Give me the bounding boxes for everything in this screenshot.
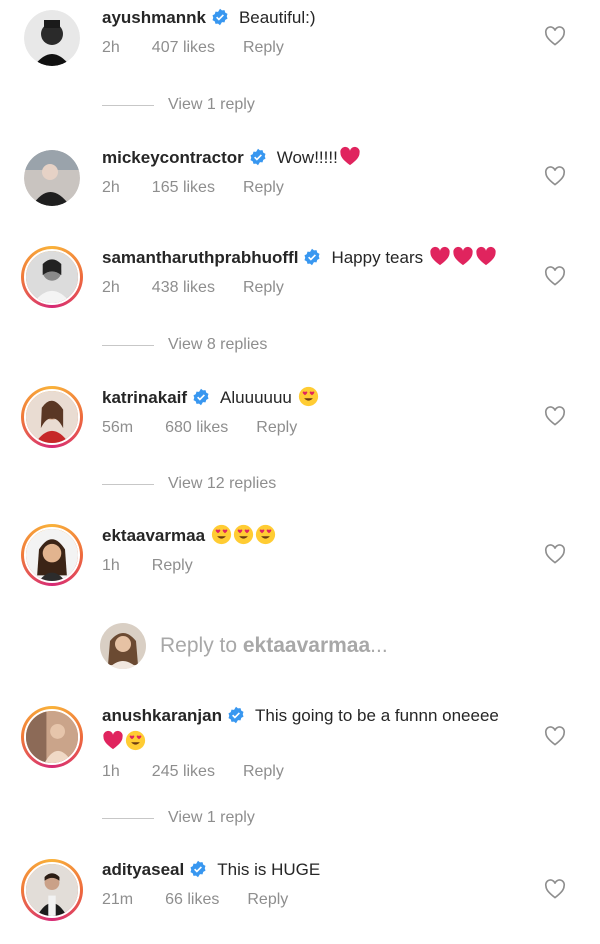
username[interactable]: anushkaranjan [102,706,222,725]
avatar[interactable] [21,524,83,586]
heart-outline-icon[interactable] [544,26,566,46]
reply-button[interactable]: Reply [243,39,284,56]
divider [102,817,154,819]
heart-eyes-emoji [125,730,146,751]
verified-badge-icon [193,388,209,406]
likes-count[interactable]: 438 likes [152,279,215,296]
reply-button[interactable]: Reply [243,763,284,780]
comment-text: Wow!!!!! [276,148,338,167]
avatar[interactable] [24,10,80,66]
username[interactable]: katrinakaif [102,388,187,407]
verified-badge-icon [304,248,320,266]
divider [102,483,154,485]
heart-eyes-emoji [298,386,318,407]
red-heart-emoji [340,146,360,166]
username[interactable]: ayushmannk [102,8,206,27]
view-replies-button[interactable]: View 1 reply [102,96,255,114]
verified-badge-icon [228,706,244,724]
comment-time: 2h [102,279,120,296]
comment-time: 21m [102,891,134,908]
comment-text: This going to be a funnn oneeee [255,706,499,725]
heart-eyes-emoji [255,524,275,545]
heart-outline-icon[interactable] [544,406,566,426]
comment-text: Happy tears [331,248,424,267]
red-heart-emoji [453,246,473,266]
avatar[interactable] [21,246,83,308]
current-user-avatar [100,623,146,669]
likes-count[interactable]: 407 likes [152,39,215,56]
username[interactable]: samantharuthprabhuoffl [102,248,298,267]
reply-button[interactable]: Reply [152,557,193,574]
view-replies-label: View 1 reply [168,96,255,113]
avatar[interactable] [21,859,83,921]
username[interactable]: ektaavarmaa [102,526,205,545]
avatar[interactable] [21,386,83,448]
comments-feed: ayushmannk Beautiful:) 2h 407 likes Reply V… [0,0,600,944]
view-replies-label: View 8 replies [168,336,268,353]
red-heart-emoji [476,246,496,266]
comment-time: 1h [102,557,120,574]
username[interactable]: adityaseal [102,860,184,879]
comment-time: 2h [102,179,120,196]
reply-button[interactable]: Reply [247,891,288,908]
red-heart-emoji [103,730,123,750]
comment-text: Aluuuuuu [220,388,292,407]
comment-time: 1h [102,763,120,780]
view-replies-button[interactable]: View 1 reply [102,809,255,827]
view-replies-button[interactable]: View 12 replies [102,475,276,493]
comment-text: Beautiful:) [238,8,316,27]
verified-badge-icon [190,860,206,878]
likes-count[interactable]: 680 likes [165,419,228,436]
view-replies-button[interactable]: View 8 replies [102,336,267,354]
view-replies-label: View 12 replies [168,475,277,492]
heart-outline-icon[interactable] [544,166,566,186]
likes-count[interactable]: 245 likes [152,763,215,780]
avatar[interactable] [21,706,83,768]
comment-text: This is HUGE [217,860,321,879]
heart-eyes-emoji [233,524,253,545]
reply-button[interactable]: Reply [256,419,297,436]
comment-time: 56m [102,419,134,436]
avatar[interactable] [24,150,80,206]
likes-count[interactable]: 66 likes [165,891,219,908]
comment-time: 2h [102,39,120,56]
reply-input[interactable]: Reply to ektaavarmaa... [100,622,520,670]
username[interactable]: mickeycontractor [102,148,244,167]
red-heart-emoji [430,246,450,266]
verified-badge-icon [250,148,266,166]
view-replies-label: View 1 reply [168,809,255,826]
heart-outline-icon[interactable] [544,879,566,899]
reply-placeholder: Reply to ektaavarmaa... [160,634,388,657]
reply-button[interactable]: Reply [243,279,284,296]
divider [102,104,154,106]
heart-eyes-emoji [211,524,231,545]
heart-outline-icon[interactable] [544,544,566,564]
heart-outline-icon[interactable] [544,726,566,746]
divider [102,344,154,346]
heart-outline-icon[interactable] [544,266,566,286]
likes-count[interactable]: 165 likes [152,179,215,196]
reply-button[interactable]: Reply [243,179,284,196]
verified-badge-icon [212,8,228,26]
